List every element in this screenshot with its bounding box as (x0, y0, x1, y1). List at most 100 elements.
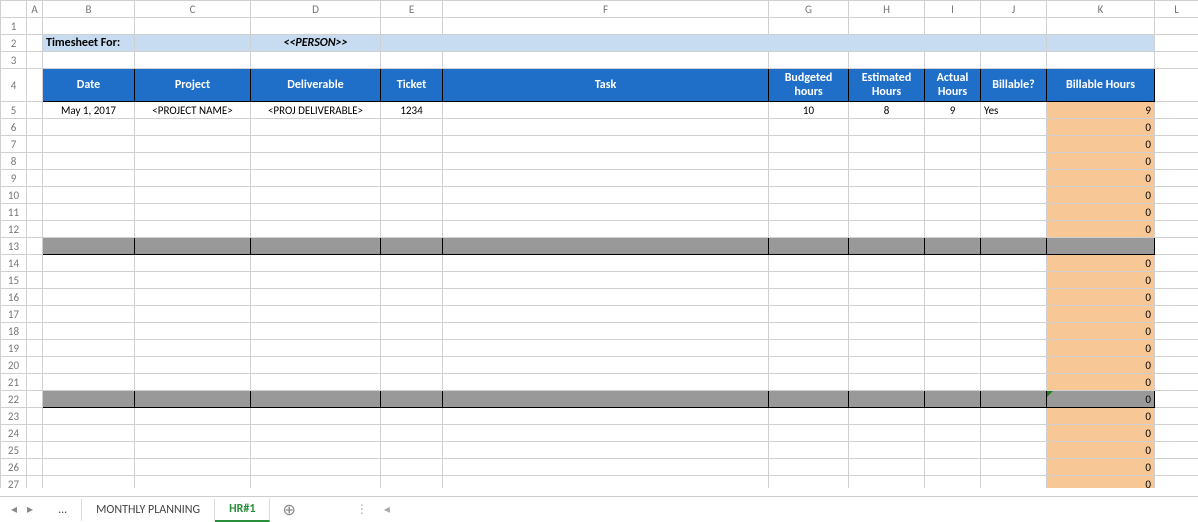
cell[interactable] (1155, 102, 1198, 119)
cell-actual[interactable] (925, 221, 981, 238)
billable-hours-cell[interactable]: 0 (1047, 153, 1155, 170)
cell-date[interactable] (43, 323, 135, 340)
cell-estimated[interactable] (849, 136, 925, 153)
row-header[interactable]: 3 (1, 52, 27, 69)
cell-budgeted[interactable]: 10 (769, 102, 849, 119)
cell-actual[interactable] (925, 476, 981, 489)
cell[interactable] (135, 18, 251, 35)
cell[interactable] (27, 153, 43, 170)
cell[interactable] (135, 52, 251, 69)
cell-date[interactable] (43, 425, 135, 442)
cell[interactable] (1155, 221, 1198, 238)
cell-date[interactable] (43, 170, 135, 187)
cell-actual[interactable] (925, 357, 981, 374)
cell-estimated[interactable] (849, 170, 925, 187)
cell-actual[interactable] (925, 255, 981, 272)
column-header-row[interactable]: A B C D E F G H I J K L (1, 1, 1198, 18)
cell-budgeted[interactable] (769, 170, 849, 187)
cell-ticket[interactable] (381, 374, 443, 391)
cell[interactable] (27, 306, 43, 323)
section-divider-cell[interactable] (769, 238, 849, 255)
cell-actual[interactable] (925, 306, 981, 323)
cell-deliverable[interactable] (251, 170, 381, 187)
section-divider-cell[interactable] (43, 391, 135, 408)
header-ticket[interactable]: Ticket (381, 69, 443, 102)
billable-hours-cell[interactable]: 0 (1047, 459, 1155, 476)
cell-actual[interactable] (925, 136, 981, 153)
cell-budgeted[interactable] (769, 289, 849, 306)
cell[interactable] (1155, 323, 1198, 340)
cell[interactable] (1155, 425, 1198, 442)
cell-estimated[interactable] (849, 255, 925, 272)
cell-date[interactable] (43, 136, 135, 153)
cell-deliverable[interactable] (251, 340, 381, 357)
cell-deliverable[interactable] (251, 272, 381, 289)
cell[interactable] (1155, 289, 1198, 306)
cell-budgeted[interactable] (769, 187, 849, 204)
cell-budgeted[interactable] (769, 459, 849, 476)
cell[interactable] (27, 238, 43, 255)
cell-estimated[interactable] (849, 187, 925, 204)
cell-billable[interactable] (981, 187, 1047, 204)
row-header[interactable]: 8 (1, 153, 27, 170)
cell-date[interactable] (43, 476, 135, 489)
cell-actual[interactable] (925, 374, 981, 391)
cell-estimated[interactable] (849, 204, 925, 221)
cell-task[interactable] (443, 187, 769, 204)
cell-billable[interactable] (981, 408, 1047, 425)
cell-actual[interactable]: 9 (925, 102, 981, 119)
cell[interactable] (135, 35, 251, 52)
cell-project[interactable] (135, 170, 251, 187)
cell-date[interactable] (43, 442, 135, 459)
billable-hours-cell[interactable]: 0 (1047, 170, 1155, 187)
cell-ticket[interactable] (381, 272, 443, 289)
cell[interactable] (27, 221, 43, 238)
cell[interactable] (1155, 69, 1198, 102)
tab-ellipsis[interactable]: ... (44, 499, 82, 521)
row-header[interactable]: 24 (1, 425, 27, 442)
add-sheet-icon[interactable]: ⊕ (270, 500, 307, 520)
billable-hours-cell[interactable]: 0 (1047, 187, 1155, 204)
section-divider-cell[interactable] (135, 391, 251, 408)
timesheet-title-label[interactable]: Timesheet For: (43, 35, 135, 52)
billable-hours-cell[interactable]: 0 (1047, 289, 1155, 306)
cell-estimated[interactable] (849, 306, 925, 323)
billable-hours-cell[interactable]: 0 (1047, 442, 1155, 459)
cell[interactable] (27, 442, 43, 459)
cell[interactable] (981, 35, 1047, 52)
cell-date[interactable] (43, 221, 135, 238)
cell[interactable] (925, 18, 981, 35)
section-divider-cell[interactable] (769, 391, 849, 408)
col-header[interactable]: B (43, 1, 135, 18)
cell-deliverable[interactable] (251, 306, 381, 323)
cell-project[interactable] (135, 442, 251, 459)
cell[interactable] (27, 187, 43, 204)
cell-task[interactable] (443, 119, 769, 136)
cell-actual[interactable] (925, 459, 981, 476)
cell-task[interactable] (443, 306, 769, 323)
billable-hours-cell[interactable]: 0 (1047, 391, 1155, 408)
cell-date[interactable] (43, 255, 135, 272)
cell-project[interactable] (135, 221, 251, 238)
cell-task[interactable] (443, 357, 769, 374)
cell-budgeted[interactable] (769, 425, 849, 442)
cell-billable[interactable] (981, 306, 1047, 323)
cell-budgeted[interactable] (769, 204, 849, 221)
cell-ticket[interactable] (381, 289, 443, 306)
row-header[interactable]: 13 (1, 238, 27, 255)
col-header[interactable]: K (1047, 1, 1155, 18)
cell-task[interactable] (443, 204, 769, 221)
col-header[interactable]: I (925, 1, 981, 18)
cell[interactable] (27, 357, 43, 374)
cell-ticket[interactable] (381, 357, 443, 374)
billable-hours-cell[interactable]: 0 (1047, 119, 1155, 136)
cell-billable[interactable] (981, 425, 1047, 442)
billable-hours-cell[interactable]: 0 (1047, 221, 1155, 238)
cell[interactable] (27, 170, 43, 187)
cell-estimated[interactable] (849, 323, 925, 340)
cell[interactable] (1155, 153, 1198, 170)
cell-actual[interactable] (925, 425, 981, 442)
cell-date[interactable] (43, 204, 135, 221)
section-divider-cell[interactable] (849, 238, 925, 255)
cell-budgeted[interactable] (769, 272, 849, 289)
